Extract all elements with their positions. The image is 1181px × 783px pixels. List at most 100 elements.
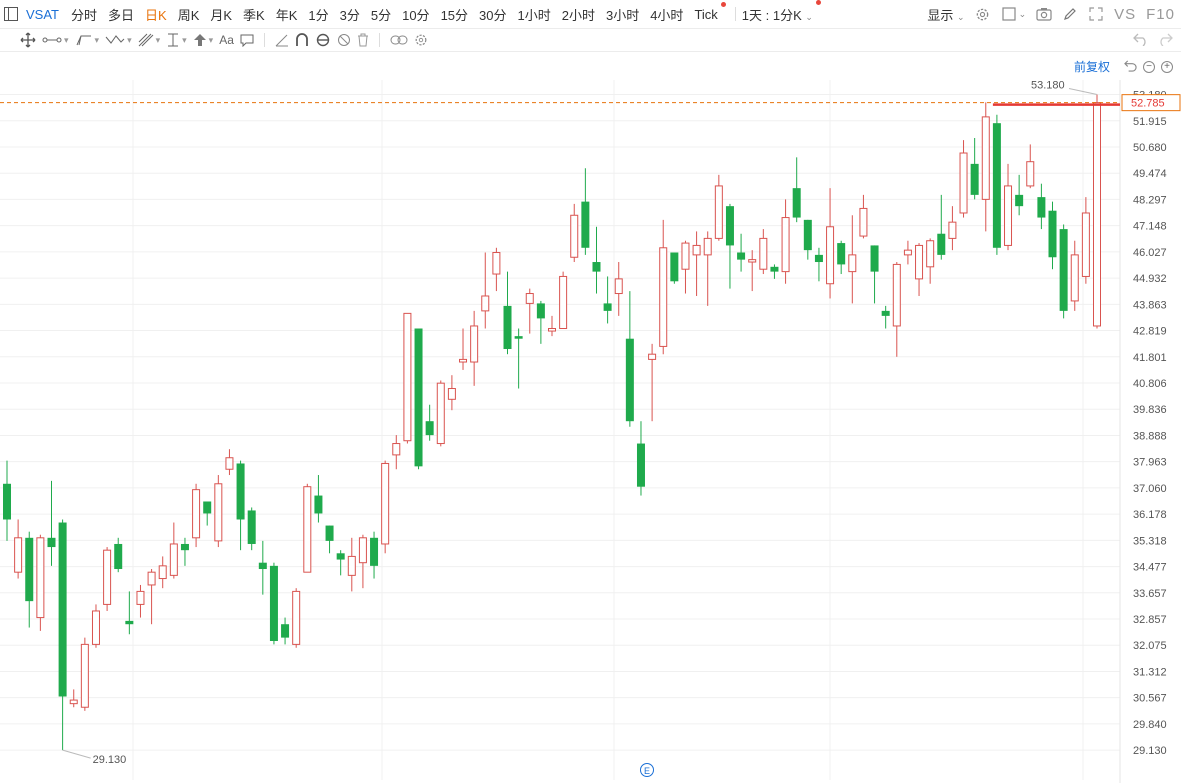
candle-body-down bbox=[670, 252, 679, 282]
candle-body-down bbox=[725, 206, 734, 246]
y-tick-label: 37.963 bbox=[1133, 457, 1167, 469]
candle-body-down bbox=[881, 310, 890, 316]
adjust-mode-button[interactable]: 前复权 bbox=[1074, 58, 1110, 75]
y-tick-label: 37.060 bbox=[1133, 483, 1167, 495]
candle-body-up bbox=[548, 328, 556, 332]
candle-body-down bbox=[180, 543, 189, 551]
candle-body-down bbox=[1015, 194, 1024, 207]
candle-body-down bbox=[770, 266, 779, 272]
candle-body-up bbox=[1070, 254, 1079, 302]
reset-icon[interactable] bbox=[1124, 59, 1137, 75]
y-tick-label: 40.806 bbox=[1133, 378, 1167, 390]
candle-body-down bbox=[837, 243, 846, 265]
candle-body-down bbox=[47, 537, 56, 548]
candle-body-up bbox=[381, 462, 390, 545]
zoom-in-icon[interactable]: + bbox=[1161, 60, 1173, 73]
candle-body-down bbox=[1059, 229, 1068, 311]
candle-body-up bbox=[436, 382, 445, 445]
candle-body-up bbox=[759, 237, 768, 270]
candle-body-down bbox=[814, 254, 823, 263]
candle-body-down bbox=[247, 510, 256, 544]
candle-body-down bbox=[536, 303, 545, 319]
y-tick-label: 44.932 bbox=[1133, 273, 1167, 285]
candle-body-down bbox=[236, 463, 245, 520]
y-tick-label: 35.318 bbox=[1133, 535, 1167, 547]
candle-body-up bbox=[525, 293, 534, 304]
candle-body-up bbox=[158, 565, 167, 580]
min-price-annotation: 29.130 bbox=[93, 754, 127, 766]
y-tick-label: 32.857 bbox=[1133, 614, 1167, 626]
candle-body-up bbox=[703, 237, 712, 256]
candle-body-up bbox=[459, 358, 468, 363]
candle-body-down bbox=[281, 624, 290, 638]
candle-body-down bbox=[581, 201, 590, 248]
candle-body-up bbox=[103, 549, 112, 605]
candle-body-up bbox=[358, 537, 367, 564]
candle-body-up bbox=[614, 278, 623, 295]
candle-body-up bbox=[1026, 161, 1035, 187]
y-tick-label: 30.567 bbox=[1133, 693, 1167, 705]
y-tick-label: 38.888 bbox=[1133, 430, 1167, 442]
candle-body-up bbox=[714, 185, 723, 239]
candlestick-chart[interactable]: 53.180 51.915 50.680 49.474 48.297 47.148 46.0… bbox=[0, 0, 1181, 783]
zoom-out-icon[interactable]: − bbox=[1143, 60, 1155, 73]
candle-body-up bbox=[826, 226, 835, 285]
candle-body-down bbox=[737, 252, 746, 260]
candle-body-up bbox=[470, 325, 479, 363]
candle-body-up bbox=[848, 254, 857, 273]
candle-body-up bbox=[859, 207, 868, 237]
y-tick-label: 29.130 bbox=[1133, 745, 1167, 757]
candle-body-up bbox=[1004, 185, 1013, 246]
candle-body-down bbox=[937, 233, 946, 255]
max-price-annotation: 53.180 bbox=[1031, 80, 1065, 92]
candle-body-up bbox=[169, 543, 178, 576]
candle-body-up bbox=[69, 699, 78, 705]
candle-body-down bbox=[803, 219, 812, 251]
candle-body-down bbox=[992, 123, 1001, 248]
candle-body-down bbox=[514, 336, 523, 339]
y-tick-label: 34.477 bbox=[1133, 562, 1167, 574]
candle-body-down bbox=[25, 537, 34, 602]
candle-body-up bbox=[403, 312, 412, 442]
candle-body-down bbox=[1048, 210, 1057, 258]
candle-body-down bbox=[970, 163, 979, 195]
y-tick-label: 39.836 bbox=[1133, 404, 1167, 416]
candle-body-up bbox=[915, 244, 924, 280]
candle-body-down bbox=[603, 303, 612, 311]
candle-body-up bbox=[892, 263, 901, 327]
candle-body-up bbox=[214, 483, 223, 542]
candle-body-up bbox=[447, 388, 456, 400]
current-price-label: 52.785 bbox=[1131, 98, 1165, 110]
candle-body-up bbox=[948, 221, 957, 239]
candle-body-up bbox=[681, 242, 690, 270]
candle-body-down bbox=[114, 543, 123, 570]
y-tick-label: 36.178 bbox=[1133, 509, 1167, 521]
y-tick-label: 41.801 bbox=[1133, 352, 1167, 364]
candle-body-down bbox=[258, 562, 267, 570]
y-tick-label: 46.027 bbox=[1133, 247, 1167, 259]
candle-body-down bbox=[425, 421, 434, 436]
y-tick-label: 50.680 bbox=[1133, 142, 1167, 154]
candle-body-down bbox=[203, 501, 212, 514]
candle-body-up bbox=[347, 555, 356, 576]
candle-body-up bbox=[136, 590, 145, 605]
candle-body-down bbox=[625, 338, 634, 422]
y-tick-label: 51.915 bbox=[1133, 116, 1167, 128]
candle-body-down bbox=[370, 537, 379, 566]
y-tick-label: 33.657 bbox=[1133, 588, 1167, 600]
candle-body-down bbox=[3, 483, 11, 520]
earnings-marker-label: E bbox=[644, 766, 650, 776]
y-tick-label: 32.075 bbox=[1133, 640, 1167, 652]
candle-body-up bbox=[1093, 102, 1101, 327]
candle-body-up bbox=[781, 217, 790, 273]
candle-body-down bbox=[125, 620, 134, 625]
candle-body-down bbox=[314, 495, 323, 514]
candle-body-up bbox=[303, 486, 312, 573]
min-annotation-leader bbox=[62, 749, 91, 759]
adjust-controls: 前复权 − + bbox=[1074, 58, 1173, 75]
candle-body-up bbox=[481, 295, 490, 312]
candle-body-down bbox=[792, 188, 801, 218]
y-tick-label: 48.297 bbox=[1133, 194, 1167, 206]
candle-body-up bbox=[570, 214, 579, 258]
y-tick-label: 31.312 bbox=[1133, 666, 1167, 678]
